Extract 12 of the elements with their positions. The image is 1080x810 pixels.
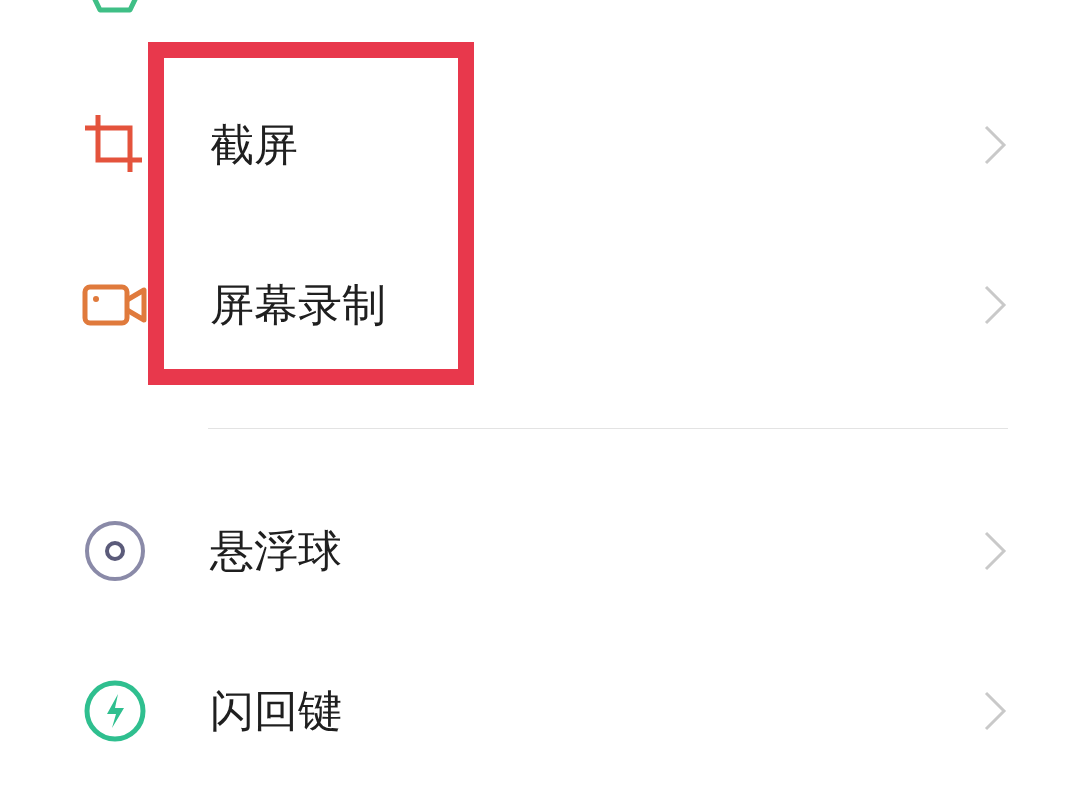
setting-label: 截屏	[210, 117, 299, 172]
settings-row[interactable]: 闪回键	[0, 631, 1080, 791]
settings-row[interactable]: 屏幕录制	[0, 225, 1080, 385]
setting-label: 悬浮球	[210, 523, 343, 578]
setting-label: 闪回键	[210, 683, 343, 738]
setting-label: 屏幕录制	[210, 277, 387, 332]
chevron-right-icon	[982, 529, 1008, 573]
settings-row[interactable]: 截屏	[0, 65, 1080, 225]
chevron-right-icon	[982, 689, 1008, 733]
settings-row[interactable]: 悬浮球	[0, 471, 1080, 631]
chevron-right-icon	[982, 123, 1008, 167]
chevron-right-icon	[982, 283, 1008, 327]
